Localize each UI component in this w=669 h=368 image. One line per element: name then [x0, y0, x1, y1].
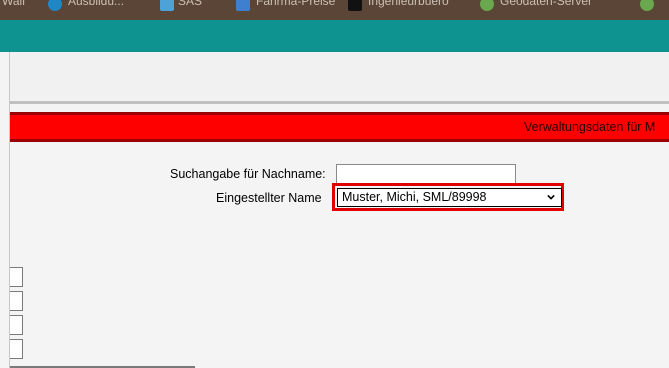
side-input[interactable] [10, 291, 23, 311]
globe-icon [480, 0, 494, 11]
name-select[interactable]: Muster, Michi, SML/89998 [337, 188, 562, 207]
bookmarks-bar: Wall Ausbildu... SAS Fahrma-Preise Ingen… [0, 0, 669, 20]
globe-icon [640, 0, 654, 11]
divider [10, 101, 669, 104]
lastname-search-input[interactable] [336, 164, 516, 184]
header-bar [0, 20, 669, 52]
bookmark-item[interactable]: Ingenieurbuero [368, 0, 449, 8]
side-input[interactable] [10, 267, 23, 287]
chevron-down-icon [547, 194, 555, 200]
side-input[interactable] [10, 315, 23, 335]
bookmark-item[interactable]: Fahrma-Preise [256, 0, 335, 8]
name-select-value: Muster, Michi, SML/89998 [342, 190, 487, 204]
search-label: Suchangabe für Nachname: [170, 167, 326, 181]
app-icon [348, 0, 362, 11]
bookmark-item[interactable]: SAS [178, 0, 202, 8]
name-label: Eingestellter Name [216, 191, 322, 205]
document-icon [160, 0, 174, 11]
bookmark-item[interactable]: Geodaten-Server [500, 0, 592, 8]
banner-title: Verwaltungsdaten für M [524, 120, 656, 134]
folder-icon [236, 0, 250, 11]
bookmark-item[interactable]: Wall [2, 0, 25, 8]
admin-banner: Verwaltungsdaten für M [10, 112, 669, 142]
side-input[interactable] [10, 339, 23, 359]
toolbar-panel [10, 52, 669, 100]
bookmark-item[interactable]: Ausbildu... [68, 0, 124, 8]
globe-icon [48, 0, 62, 11]
